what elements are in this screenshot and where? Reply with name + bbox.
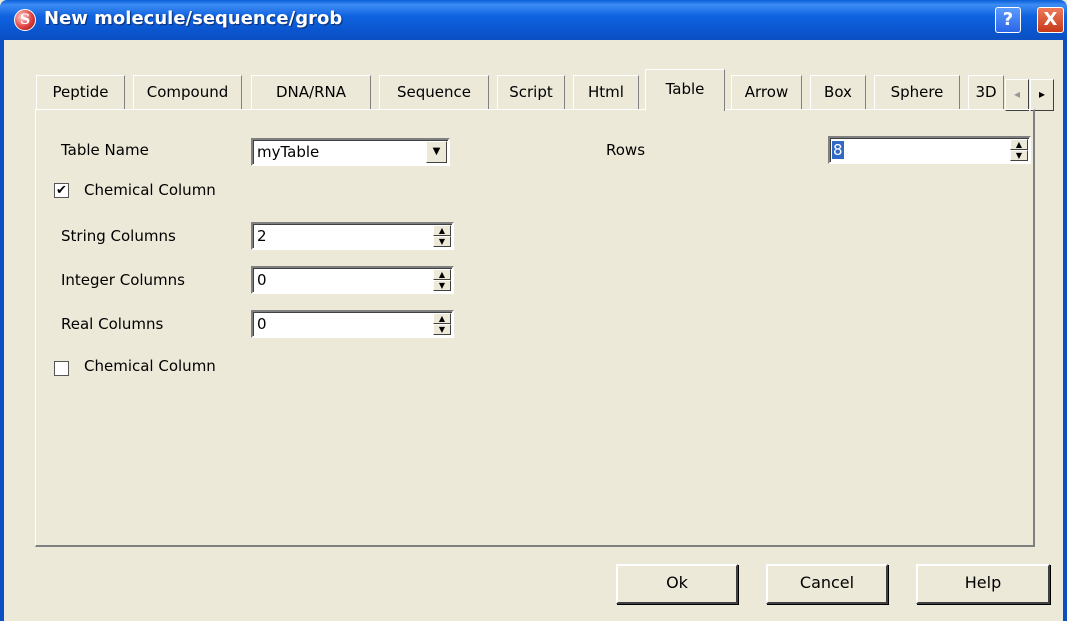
help-button[interactable]: Help (916, 564, 1050, 604)
tab-dna-rna[interactable]: DNA/RNA (251, 75, 371, 109)
help-title-button[interactable]: ? (995, 7, 1021, 33)
tab-sphere[interactable]: Sphere (874, 75, 960, 109)
app-icon: S (14, 9, 36, 31)
arrow-right-icon: ▸ (1038, 87, 1046, 101)
tab-scroll-left-button[interactable]: ◂ (1005, 79, 1029, 111)
title-bar[interactable]: S New molecule/sequence/grob ? X (0, 0, 1067, 40)
window-title: New molecule/sequence/grob (44, 8, 343, 29)
tab-peptide[interactable]: Peptide (36, 75, 125, 109)
tab-html[interactable]: Html (573, 75, 639, 109)
window-frame-left (0, 40, 4, 621)
tab-sequence[interactable]: Sequence (379, 75, 489, 109)
table-tab-panel (35, 109, 1035, 547)
tab-arrow[interactable]: Arrow (731, 75, 802, 109)
cancel-button[interactable]: Cancel (766, 564, 888, 604)
ok-button[interactable]: Ok (616, 564, 738, 604)
tab-scroll-right-button[interactable]: ▸ (1030, 79, 1054, 111)
tab-box[interactable]: Box (810, 75, 866, 109)
arrow-left-icon: ◂ (1013, 87, 1021, 101)
tab-3d[interactable]: 3D (968, 75, 1004, 109)
tab-table[interactable]: Table (645, 69, 725, 111)
tab-script[interactable]: Script (497, 75, 565, 109)
close-button[interactable]: X (1037, 7, 1064, 33)
window-frame-right (1063, 40, 1067, 621)
tab-compound[interactable]: Compound (133, 75, 242, 109)
